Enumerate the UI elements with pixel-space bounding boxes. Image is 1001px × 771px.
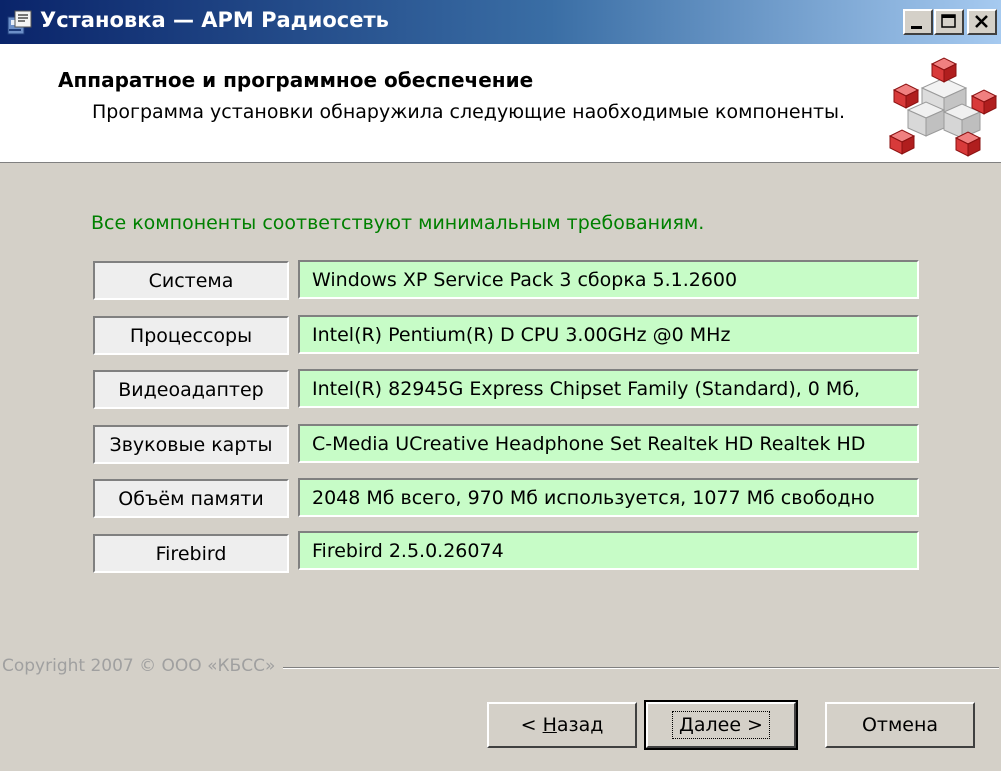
component-label-processors: Процессоры <box>93 316 289 355</box>
cancel-button-label: Отмена <box>861 714 939 736</box>
page-title: Аппаратное и программное обеспечение <box>58 68 534 92</box>
minimize-icon <box>911 26 922 29</box>
component-label-memory: Объём памяти <box>93 479 289 518</box>
component-value-video: Intel(R) 82945G Express Chipset Family (… <box>298 369 919 408</box>
back-prefix: < <box>520 714 543 736</box>
component-label-video: Видеоадаптер <box>93 370 289 409</box>
close-icon <box>975 15 988 28</box>
back-button[interactable]: < Назад <box>487 702 637 748</box>
component-value-memory: 2048 Мб всего, 970 Мб используется, 1077… <box>298 478 919 517</box>
component-value-sound: C-Media UCreative Headphone Set Realtek … <box>298 424 919 463</box>
title-bar[interactable]: Установка — АРМ Радиосеть <box>0 0 1001 44</box>
next-button[interactable]: Далее > <box>644 700 798 750</box>
minimize-button[interactable] <box>903 9 933 35</box>
installer-window: Установка — АРМ Радиосеть Аппаратное и п… <box>0 0 1001 771</box>
component-value-processors: Intel(R) Pentium(R) D CPU 3.00GHz @0 MHz <box>298 315 919 354</box>
copyright-text: Copyright 2007 © ООО «КБСС» <box>2 656 284 676</box>
requirements-status: Все компоненты соответствуют минимальным… <box>91 212 705 234</box>
next-button-label: Далее > <box>672 711 770 739</box>
back-mnemonic: Н <box>542 714 557 736</box>
component-label-firebird: Firebird <box>93 534 289 573</box>
installer-app-icon <box>7 10 32 35</box>
window-title: Установка — АРМ Радиосеть <box>40 8 389 32</box>
page-subtitle: Программа установки обнаружила следующие… <box>92 101 846 123</box>
component-value-firebird: Firebird 2.5.0.26074 <box>298 531 919 570</box>
back-rest: азад <box>556 714 604 736</box>
cancel-button[interactable]: Отмена <box>825 702 975 748</box>
component-value-system: Windows XP Service Pack 3 сборка 5.1.260… <box>298 260 919 299</box>
component-label-sound: Звуковые карты <box>93 425 289 464</box>
back-button-label: < Назад <box>521 714 604 736</box>
next-rest: алее > <box>693 714 763 736</box>
next-mnemonic: Д <box>679 714 694 736</box>
maximize-icon <box>941 14 956 28</box>
close-button[interactable] <box>967 9 997 35</box>
maximize-button[interactable] <box>934 9 964 35</box>
component-label-system: Система <box>93 261 289 300</box>
cubes-graphic-icon <box>888 57 998 157</box>
wizard-header: Аппаратное и программное обеспечение Про… <box>0 44 1001 163</box>
